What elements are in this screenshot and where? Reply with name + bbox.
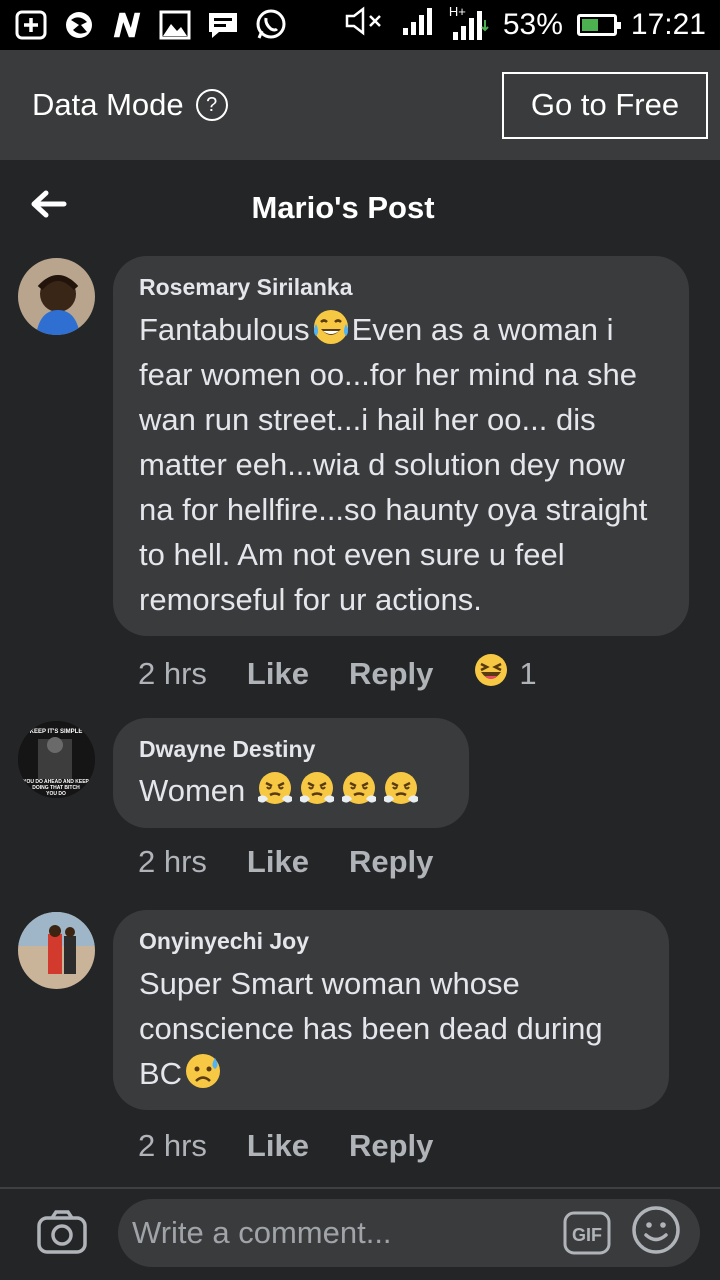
comment-bubble: Dwayne Destiny Women xyxy=(113,718,469,828)
battery-percent: 53% xyxy=(502,8,563,41)
whatsapp-icon xyxy=(254,9,288,40)
steam-face-emoji-icon xyxy=(256,769,294,807)
hplus-signal-icon: H+ xyxy=(449,4,489,42)
tears-of-joy-emoji-icon xyxy=(312,308,350,346)
data-mode-bar: Data Mode ? Go to Free xyxy=(0,50,720,160)
clock: 17:21 xyxy=(630,8,706,41)
comment-bubble: Rosemary Sirilanka Fantabulous Even as a … xyxy=(113,256,689,636)
like-button[interactable]: Like xyxy=(247,844,309,880)
comment-time[interactable]: 2 hrs xyxy=(138,1128,207,1164)
comment-actions: 2 hrs Like Reply xyxy=(138,1128,473,1164)
comment-input[interactable] xyxy=(118,1199,700,1267)
like-button[interactable]: Like xyxy=(247,1128,309,1164)
message-icon xyxy=(206,10,240,40)
comment-time[interactable]: 2 hrs xyxy=(138,844,207,880)
gif-icon[interactable]: GIF xyxy=(563,1211,611,1255)
question-icon[interactable]: ? xyxy=(195,89,228,121)
comment-text: Super Smart woman whose conscience has b… xyxy=(139,961,643,1096)
like-button[interactable]: Like xyxy=(247,656,309,692)
camera-icon[interactable] xyxy=(36,1209,88,1255)
steam-face-emoji-group xyxy=(254,772,422,808)
avatar-caption: KEEP IT'S SIMPLE xyxy=(30,729,83,735)
reaction-count: 1 xyxy=(519,656,537,691)
avatar-caption: YOU DO xyxy=(46,791,66,797)
comment-text: Women xyxy=(139,769,443,811)
comment-composer: GIF xyxy=(0,1189,720,1280)
comment-text-part: Even as a woman i fear women oo...for he… xyxy=(139,312,648,617)
gallery-icon xyxy=(158,10,192,40)
go-to-free-button[interactable]: Go to Free xyxy=(502,71,708,139)
comment-actions: 2 hrs Like Reply xyxy=(138,844,473,880)
status-bar: H+ 53% 17:21 xyxy=(0,0,720,50)
reply-button[interactable]: Reply xyxy=(349,656,433,692)
n-icon xyxy=(110,10,144,40)
mute-icon xyxy=(343,6,387,44)
signal-icon xyxy=(401,6,435,44)
comment-author[interactable]: Onyinyechi Joy xyxy=(139,928,643,955)
comment-author[interactable]: Rosemary Sirilanka xyxy=(139,274,663,301)
battery-fill xyxy=(581,19,598,31)
avatar[interactable] xyxy=(18,912,95,989)
reply-button[interactable]: Reply xyxy=(349,844,433,880)
battery-icon xyxy=(576,14,621,36)
comment-author[interactable]: Dwayne Destiny xyxy=(139,736,443,763)
steam-face-emoji-icon xyxy=(340,769,378,807)
avatar[interactable] xyxy=(18,258,95,335)
haha-reaction-icon xyxy=(473,652,509,696)
app-icon xyxy=(62,10,96,40)
svg-text:GIF: GIF xyxy=(572,1225,602,1245)
page-title: Mario's Post xyxy=(251,190,435,225)
emoji-smile-icon[interactable] xyxy=(631,1205,681,1255)
steam-face-emoji-icon xyxy=(382,769,420,807)
avatar[interactable]: KEEP IT'S SIMPLE YOU DO AHEAD AND KEEP D… xyxy=(18,721,95,798)
data-mode-label: Data Mode xyxy=(32,87,184,122)
sad-sweat-emoji-icon xyxy=(184,1052,222,1090)
steam-face-emoji-icon xyxy=(298,769,336,807)
comment-text: Fantabulous Even as a woman i fear women … xyxy=(139,307,663,622)
add-icon xyxy=(14,10,48,40)
comment-time[interactable]: 2 hrs xyxy=(138,656,207,692)
reaction-summary[interactable]: 1 xyxy=(473,652,537,696)
comment-actions: 2 hrs Like Reply 1 xyxy=(138,652,537,696)
comment-text-part: Fantabulous xyxy=(139,312,310,347)
comment-text-part: Women xyxy=(139,773,246,808)
comment-bubble: Onyinyechi Joy Super Smart woman whose c… xyxy=(113,910,669,1110)
post-header: Mario's Post xyxy=(0,160,720,252)
reply-button[interactable]: Reply xyxy=(349,1128,433,1164)
